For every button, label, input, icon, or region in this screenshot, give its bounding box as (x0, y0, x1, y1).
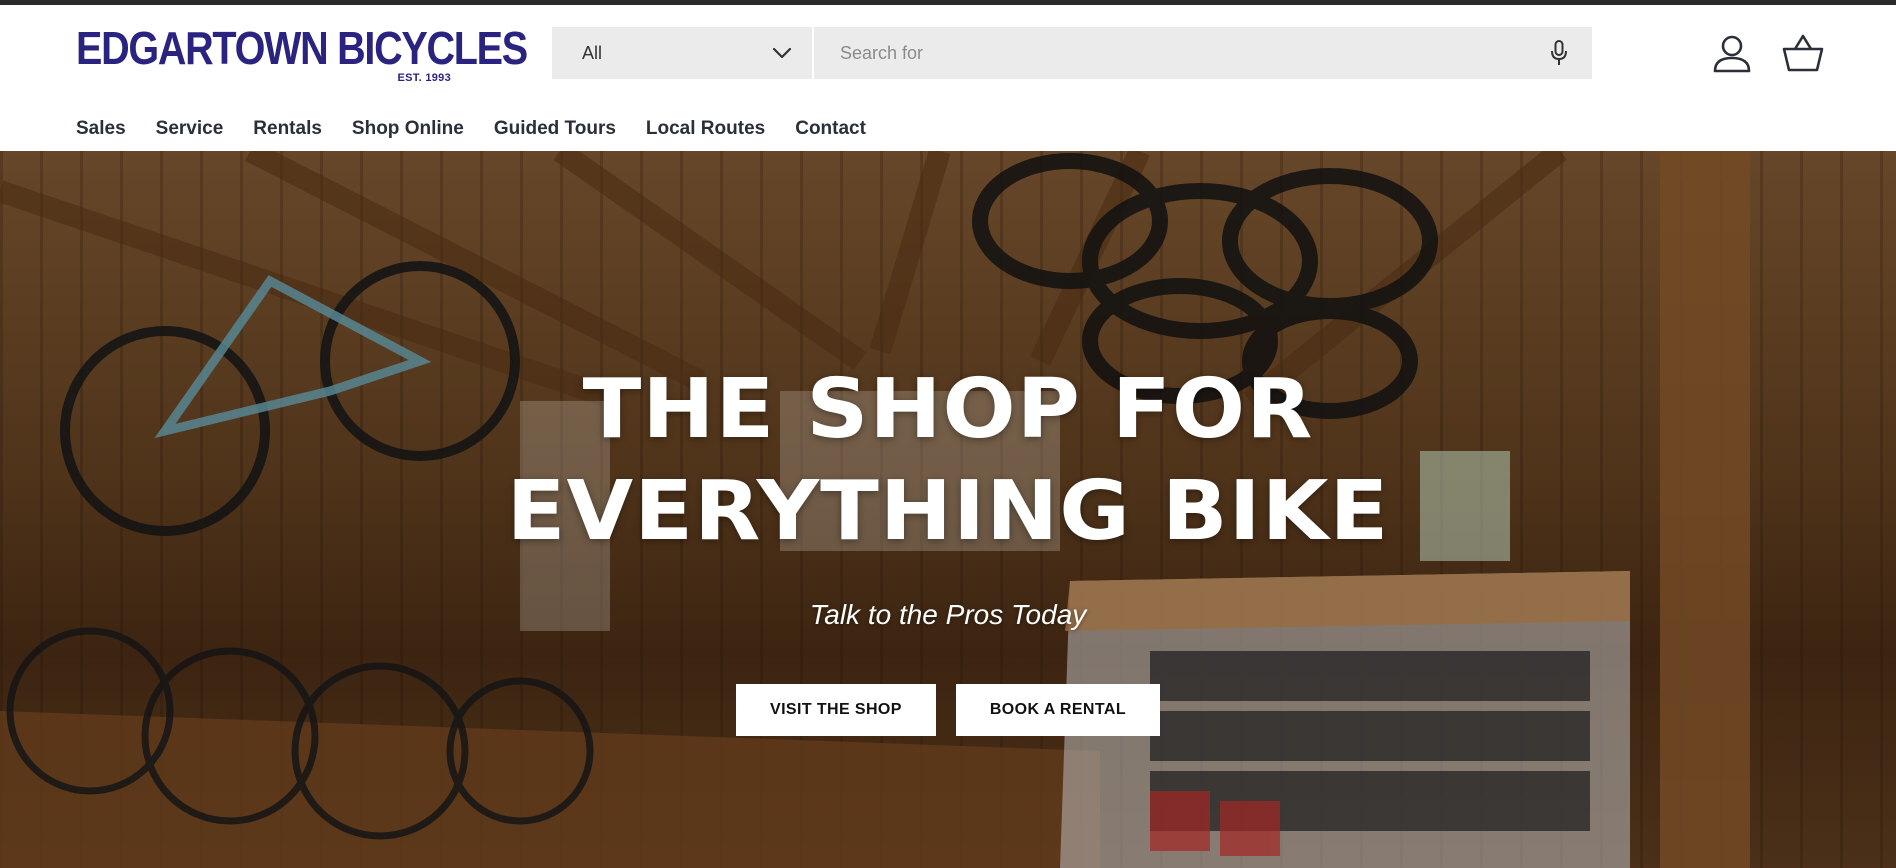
search-bar: All (552, 27, 1592, 79)
hero-subtitle: Talk to the Pros Today (809, 599, 1087, 630)
chevron-down-icon (772, 47, 792, 59)
nav-shop-online[interactable]: Shop Online (352, 118, 464, 140)
visit-the-shop-button[interactable]: VISIT THE SHOP (736, 684, 936, 736)
nav-rentals[interactable]: Rentals (253, 118, 322, 140)
site-header: EDGARTOWN BICYCLES EST. 1993 All Sales (0, 5, 1896, 151)
search-category-select[interactable]: All (552, 27, 812, 79)
book-a-rental-button[interactable]: BOOK A RENTAL (955, 684, 1160, 736)
logo-wordmark: EDGARTOWN BICYCLES (76, 22, 528, 74)
microphone-icon[interactable] (1550, 39, 1568, 67)
nav-local-routes[interactable]: Local Routes (646, 118, 765, 140)
logo-established: EST. 1993 (397, 72, 451, 84)
search-category-value: All (582, 42, 603, 63)
site-logo[interactable]: EDGARTOWN BICYCLES EST. 1993 (76, 22, 528, 85)
search-input[interactable] (840, 33, 1550, 73)
hero-title: THE SHOP FOR EVERYTHING BIKE (0, 359, 1896, 563)
nav-sales[interactable]: Sales (76, 118, 126, 140)
hero-button-group: VISIT THE SHOP BOOK A RENTAL (0, 684, 1896, 736)
nav-contact[interactable]: Contact (795, 118, 866, 140)
hero-title-line-1: THE SHOP FOR (582, 362, 1314, 457)
basket-icon[interactable] (1782, 33, 1824, 73)
nav-guided-tours[interactable]: Guided Tours (494, 118, 616, 140)
search-field (814, 27, 1592, 79)
hero-banner: THE SHOP FOR EVERYTHING BIKE Talk to the… (0, 151, 1896, 868)
account-icon[interactable] (1712, 33, 1752, 73)
nav-service[interactable]: Service (156, 118, 224, 140)
main-nav: Sales Service Rentals Shop Online Guided… (76, 109, 896, 149)
hero-title-line-2: EVERYTHING BIKE (506, 464, 1390, 559)
